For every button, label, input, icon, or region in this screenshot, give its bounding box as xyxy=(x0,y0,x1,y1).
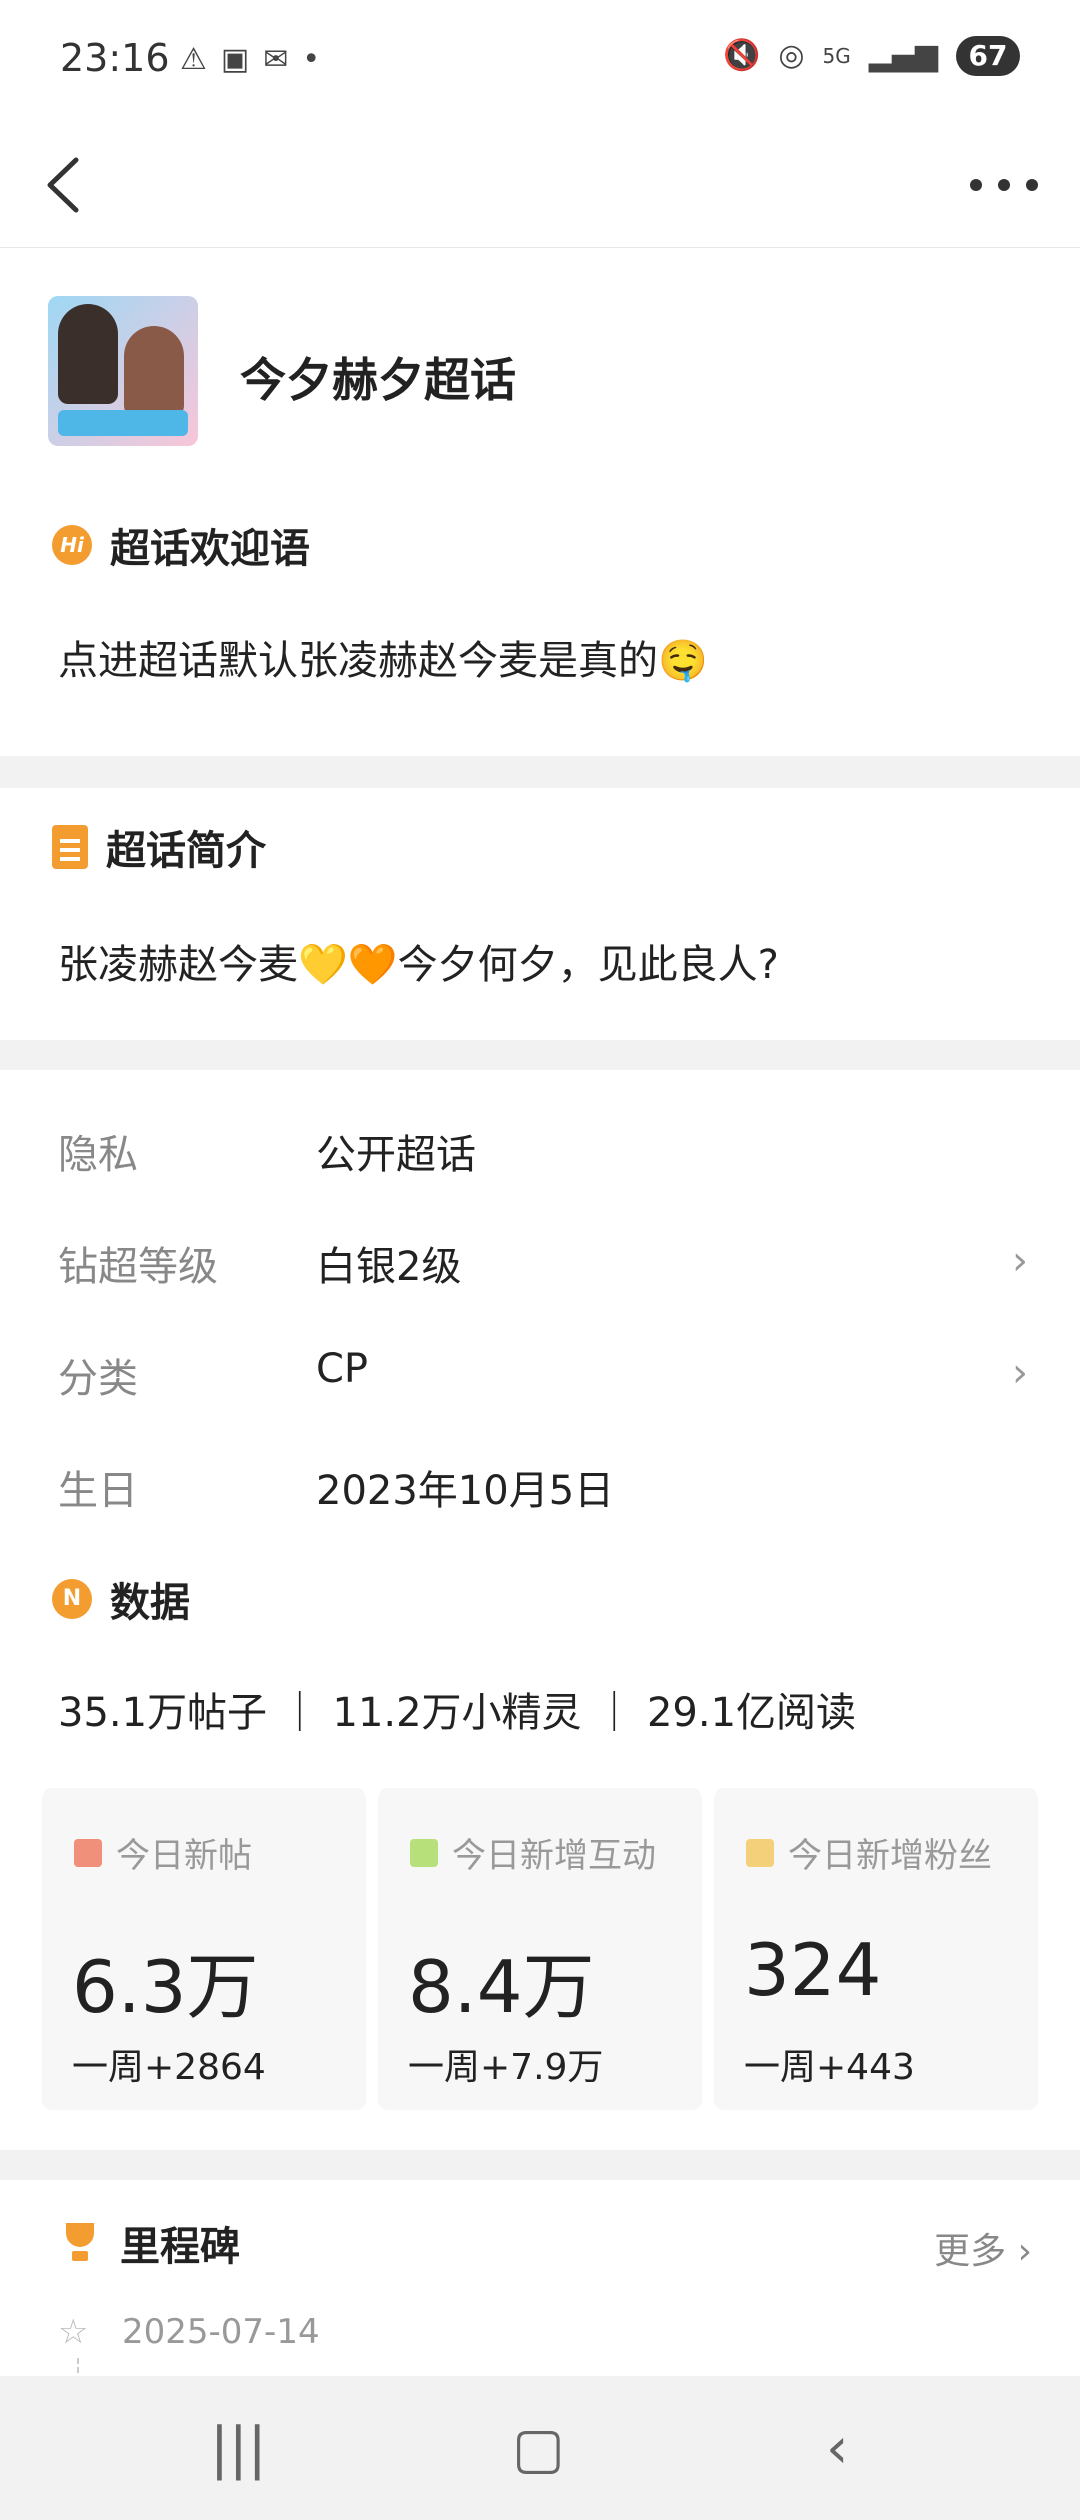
topic-title: 今夕赫夕超话 xyxy=(240,353,516,407)
top-nav xyxy=(0,120,1080,248)
intro-card: 超话简介 张凌赫赵今麦💛🧡今夕何夕，见此良人? xyxy=(0,788,1080,1040)
document-icon xyxy=(52,825,88,869)
stat-card-new-posts[interactable]: 今日新帖 6.3万 一周+2864 xyxy=(42,1788,366,2110)
warning-icon: ⚠ xyxy=(180,42,207,77)
app-notification-icon: ▣ xyxy=(220,42,250,77)
cover-figure-right xyxy=(124,326,184,416)
stat-label-row: 今日新增互动 xyxy=(410,1828,656,1877)
milestone-title: 里程碑 xyxy=(120,2224,240,2270)
data-title: 数据 xyxy=(110,1580,190,1626)
mute-icon: 🔇 xyxy=(723,38,761,73)
milestone-date: 2025-07-14 xyxy=(122,2312,320,2352)
stat-value: 6.3万 xyxy=(72,1945,259,2029)
stat-color-swatch xyxy=(74,1838,102,1867)
status-time: 23:16 xyxy=(60,36,170,80)
stat-delta: 一周+443 xyxy=(744,2047,915,2088)
cover-banner xyxy=(58,410,188,436)
star-icon: ☆ xyxy=(58,2312,89,2352)
signal-icon: ▂▄▆ xyxy=(868,38,938,73)
stat-label-row: 今日新增粉丝 xyxy=(746,1828,992,1877)
stat-delta: 一周+7.9万 xyxy=(408,2047,604,2088)
info-label: 生日 xyxy=(58,1468,138,1514)
wechat-icon: ✉ xyxy=(263,42,289,77)
info-value: CP xyxy=(316,1346,369,1392)
milestone-heading: 里程碑 xyxy=(58,2214,240,2272)
info-card: 隐私 公开超话 钻超等级 白银2级 › 分类 CP › 生日 2023年10月5… xyxy=(0,1070,1080,2150)
notification-icons: ⚠ ▣ ✉ • xyxy=(180,40,320,80)
stat-card-new-interactions[interactable]: 今日新增互动 8.4万 一周+7.9万 xyxy=(378,1788,702,2110)
data-icon: N xyxy=(52,1579,92,1619)
stat-label-row: 今日新帖 xyxy=(74,1828,252,1877)
info-label: 钻超等级 xyxy=(58,1244,218,1290)
trophy-icon xyxy=(58,2221,102,2265)
system-nav-bar: ||| ▢ ‹ xyxy=(0,2376,1080,2520)
stat-color-swatch xyxy=(410,1838,438,1867)
network-type: 5G xyxy=(822,44,851,68)
home-icon[interactable]: ▢ xyxy=(512,2416,565,2481)
dot-icon: • xyxy=(302,42,321,77)
battery-icon: 67 xyxy=(956,36,1020,76)
topic-cover-image xyxy=(48,296,198,446)
intro-heading: 超话简介 xyxy=(52,818,266,876)
info-value: 白银2级 xyxy=(316,1244,462,1290)
info-row-privacy: 隐私 公开超话 xyxy=(58,1122,1028,1192)
stat-color-swatch xyxy=(746,1838,774,1867)
stat-card-new-fans[interactable]: 今日新增粉丝 324 一周+443 xyxy=(714,1788,1038,2110)
welcome-title: 超话欢迎语 xyxy=(110,526,310,572)
info-row-level[interactable]: 钻超等级 白银2级 › xyxy=(58,1234,1028,1304)
info-value: 2023年10月5日 xyxy=(316,1468,615,1514)
info-row-category[interactable]: 分类 CP › xyxy=(58,1346,1028,1416)
back-icon[interactable] xyxy=(36,150,96,220)
hotspot-icon: ◎ xyxy=(778,38,805,73)
hi-icon: Hi xyxy=(52,525,92,565)
more-options-icon[interactable] xyxy=(964,160,1044,210)
stat-value: 8.4万 xyxy=(408,1945,595,2029)
stat-label: 今日新增粉丝 xyxy=(788,1836,992,1876)
stat-label: 今日新增互动 xyxy=(452,1836,656,1876)
more-label: 更多 xyxy=(934,2231,1007,2272)
milestone-more-link[interactable]: 更多 › xyxy=(934,2222,1032,2274)
chevron-right-icon: › xyxy=(1012,1238,1028,1284)
info-value: 公开超话 xyxy=(316,1132,476,1178)
stat-delta: 一周+2864 xyxy=(72,2047,266,2088)
stat-label: 今日新帖 xyxy=(116,1836,252,1876)
cover-figure-left xyxy=(58,304,118,404)
topic-header-card: 今夕赫夕超话 Hi 超话欢迎语 点进超话默认张凌赫赵今麦是真的🤤 xyxy=(0,248,1080,756)
status-bar: 23:16 ⚠ ▣ ✉ • 🔇 ◎ 5G ▂▄▆ 67 xyxy=(0,0,1080,120)
data-heading: N 数据 xyxy=(52,1570,190,1628)
intro-title: 超话简介 xyxy=(106,828,266,874)
info-row-birthday: 生日 2023年10月5日 xyxy=(58,1458,1028,1528)
data-summary: 35.1万帖子 ｜ 11.2万小精灵 ｜ 29.1亿阅读 xyxy=(58,1690,857,1736)
info-label: 隐私 xyxy=(58,1132,138,1178)
system-back-icon[interactable]: ‹ xyxy=(826,2416,848,2481)
stat-value: 324 xyxy=(744,1928,882,2012)
system-icons: 🔇 ◎ 5G ▂▄▆ 67 xyxy=(723,36,1020,76)
info-label: 分类 xyxy=(58,1356,138,1402)
intro-text: 张凌赫赵今麦💛🧡今夕何夕，见此良人? xyxy=(58,942,779,988)
recent-apps-icon[interactable]: ||| xyxy=(210,2416,267,2481)
chevron-right-icon: › xyxy=(1012,1350,1028,1396)
welcome-heading: Hi 超话欢迎语 xyxy=(52,516,310,574)
welcome-text: 点进超话默认张凌赫赵今麦是真的🤤 xyxy=(58,638,708,684)
milestone-card: 里程碑 更多 › ☆ 2025-07-14 xyxy=(0,2180,1080,2382)
